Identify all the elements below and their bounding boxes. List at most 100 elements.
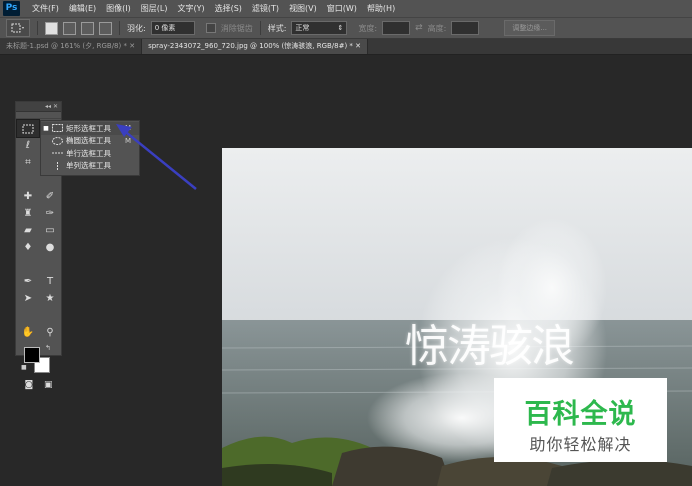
shape-icon: ★ bbox=[45, 293, 55, 304]
brush-tool[interactable]: ✐ bbox=[39, 188, 61, 205]
intersect-selection-button[interactable] bbox=[99, 21, 112, 35]
menu-help[interactable]: 帮助(H) bbox=[362, 3, 400, 14]
collapse-icon[interactable]: ◂◂ bbox=[45, 103, 51, 110]
tool-divider bbox=[17, 256, 61, 258]
tab-spray[interactable]: spray-2343072_960_720.jpg @ 100% (惊涛骇浪, … bbox=[142, 39, 369, 54]
ellipse-marquee-icon bbox=[51, 136, 63, 145]
lasso-tool[interactable]: ℓ bbox=[17, 137, 39, 154]
options-divider bbox=[37, 21, 38, 35]
eraser-icon: ▰ bbox=[24, 225, 32, 236]
antialias-checkbox[interactable] bbox=[205, 23, 216, 33]
menu-type[interactable]: 文字(Y) bbox=[172, 3, 209, 14]
style-dropdown[interactable]: 正常 ⇕ bbox=[291, 21, 348, 35]
options-divider bbox=[259, 21, 261, 35]
single-row-marquee-icon bbox=[51, 149, 63, 157]
panel-grip[interactable] bbox=[16, 112, 61, 119]
selected-bullet-icon: ■ bbox=[43, 124, 49, 132]
type-tool[interactable]: T bbox=[39, 273, 61, 290]
options-bar: 羽化: 0 像素 消除锯齿 样式: 正常 ⇕ 宽度: ⇄ 高度: 调整边缘... bbox=[0, 17, 692, 39]
feather-input[interactable]: 0 像素 bbox=[150, 21, 195, 35]
menu-select[interactable]: 选择(S) bbox=[210, 3, 247, 14]
gradient-icon: ▭ bbox=[45, 225, 55, 236]
menu-image[interactable]: 图像(I) bbox=[101, 3, 136, 14]
gradient-tool[interactable]: ▭ bbox=[39, 222, 61, 239]
clone-stamp-tool[interactable]: ♜ bbox=[17, 205, 39, 222]
history-brush-icon: ✑ bbox=[45, 208, 55, 219]
path-select-icon: ➤ bbox=[23, 293, 33, 304]
menu-window[interactable]: 窗口(W) bbox=[322, 3, 362, 14]
rect-marquee-tool[interactable] bbox=[16, 119, 40, 138]
style-value: 正常 bbox=[295, 24, 310, 32]
tool-preset-picker[interactable] bbox=[6, 19, 30, 37]
add-to-selection-button[interactable] bbox=[63, 21, 76, 35]
tab-label: 未标题-1.psd @ 161% (夕, RGB/8) * bbox=[6, 42, 127, 50]
feather-label: 羽化: bbox=[127, 23, 146, 33]
stamp-icon: ♜ bbox=[23, 208, 33, 219]
rect-marquee-icon bbox=[22, 124, 34, 133]
photoshop-logo: Ps bbox=[3, 1, 20, 16]
quick-mask-icon[interactable]: ◙ bbox=[24, 380, 33, 390]
zoom-tool[interactable]: ⚲ bbox=[39, 324, 61, 341]
swap-dimensions-icon[interactable]: ⇄ bbox=[415, 23, 423, 33]
shape-tool[interactable]: ★ bbox=[39, 290, 61, 307]
crop-icon: ⌗ bbox=[25, 157, 31, 168]
style-label: 样式: bbox=[267, 23, 287, 33]
brand-watermark: 百科全说 助你轻松解决 bbox=[494, 378, 667, 462]
tool-divider bbox=[17, 307, 61, 309]
brand-slogan: 助你轻松解决 bbox=[529, 435, 632, 454]
close-icon[interactable]: ✕ bbox=[355, 42, 361, 50]
mode-buttons: ◙ ▣ bbox=[16, 380, 61, 390]
spot-healing-tool[interactable]: ✚ bbox=[17, 188, 39, 205]
default-colors-icon[interactable]: ■ bbox=[21, 364, 27, 371]
dropdown-arrow-icon: ⇕ bbox=[337, 24, 344, 32]
pen-icon: ✒ bbox=[23, 276, 33, 287]
width-label: 宽度: bbox=[358, 23, 378, 33]
blur-icon: ♦ bbox=[23, 242, 33, 253]
height-label: 高度: bbox=[427, 23, 447, 33]
document-tabs: 未标题-1.psd @ 161% (夕, RGB/8) * ✕ spray-23… bbox=[0, 39, 692, 55]
canvas-text-layer: 惊涛骇浪 bbox=[405, 321, 575, 372]
swap-colors-icon[interactable]: ↰ bbox=[45, 344, 51, 352]
tab-label: spray-2343072_960_720.jpg @ 100% (惊涛骇浪, … bbox=[148, 42, 353, 50]
close-icon[interactable]: ✕ bbox=[129, 42, 135, 50]
hand-icon: ✋ bbox=[21, 327, 35, 338]
menu-edit[interactable]: 编辑(E) bbox=[64, 3, 101, 14]
tools-panel-header: ◂◂ ✕ bbox=[16, 102, 61, 112]
brand-name: 百科全说 bbox=[524, 399, 637, 430]
close-icon[interactable]: ✕ bbox=[53, 103, 58, 110]
hand-tool[interactable]: ✋ bbox=[17, 324, 39, 341]
eraser-tool[interactable]: ▰ bbox=[17, 222, 39, 239]
options-divider bbox=[119, 21, 120, 35]
brush-icon: ✐ bbox=[45, 191, 55, 202]
screen-mode-icon[interactable]: ▣ bbox=[44, 380, 53, 390]
foreground-color-swatch[interactable] bbox=[24, 347, 40, 363]
menu-filter[interactable]: 滤镜(T) bbox=[247, 3, 284, 14]
subtract-from-selection-button[interactable] bbox=[81, 21, 94, 35]
annotation-arrow bbox=[116, 124, 197, 190]
rect-marquee-icon bbox=[51, 124, 63, 133]
type-icon: T bbox=[46, 276, 54, 287]
dodge-icon: ● bbox=[45, 242, 55, 253]
bandage-icon: ✚ bbox=[23, 191, 33, 202]
height-input[interactable] bbox=[451, 21, 480, 35]
new-selection-button[interactable] bbox=[45, 21, 58, 35]
width-input[interactable] bbox=[382, 21, 411, 35]
antialias-label: 消除锯齿 bbox=[220, 23, 253, 33]
blur-tool[interactable]: ♦ bbox=[17, 239, 39, 256]
dodge-tool[interactable]: ● bbox=[39, 239, 61, 256]
menu-view[interactable]: 视图(V) bbox=[284, 3, 322, 14]
crop-tool[interactable]: ⌗ bbox=[17, 154, 39, 171]
menu-file[interactable]: 文件(F) bbox=[27, 3, 64, 14]
tab-untitled[interactable]: 未标题-1.psd @ 161% (夕, RGB/8) * ✕ bbox=[0, 39, 143, 54]
color-swatches: ↰ ■ bbox=[16, 344, 61, 380]
rect-marquee-icon bbox=[11, 23, 24, 33]
pen-tool[interactable]: ✒ bbox=[17, 273, 39, 290]
single-column-marquee-icon bbox=[51, 161, 63, 170]
refine-edge-button[interactable]: 调整边缘... bbox=[504, 20, 556, 36]
zoom-icon: ⚲ bbox=[46, 327, 54, 338]
menu-layer[interactable]: 图层(L) bbox=[136, 3, 173, 14]
history-brush-tool[interactable]: ✑ bbox=[39, 205, 61, 222]
menu-bar: Ps 文件(F) 编辑(E) 图像(I) 图层(L) 文字(Y) 选择(S) 滤… bbox=[0, 0, 692, 17]
path-select-tool[interactable]: ➤ bbox=[17, 290, 39, 307]
lasso-icon: ℓ bbox=[25, 140, 31, 151]
